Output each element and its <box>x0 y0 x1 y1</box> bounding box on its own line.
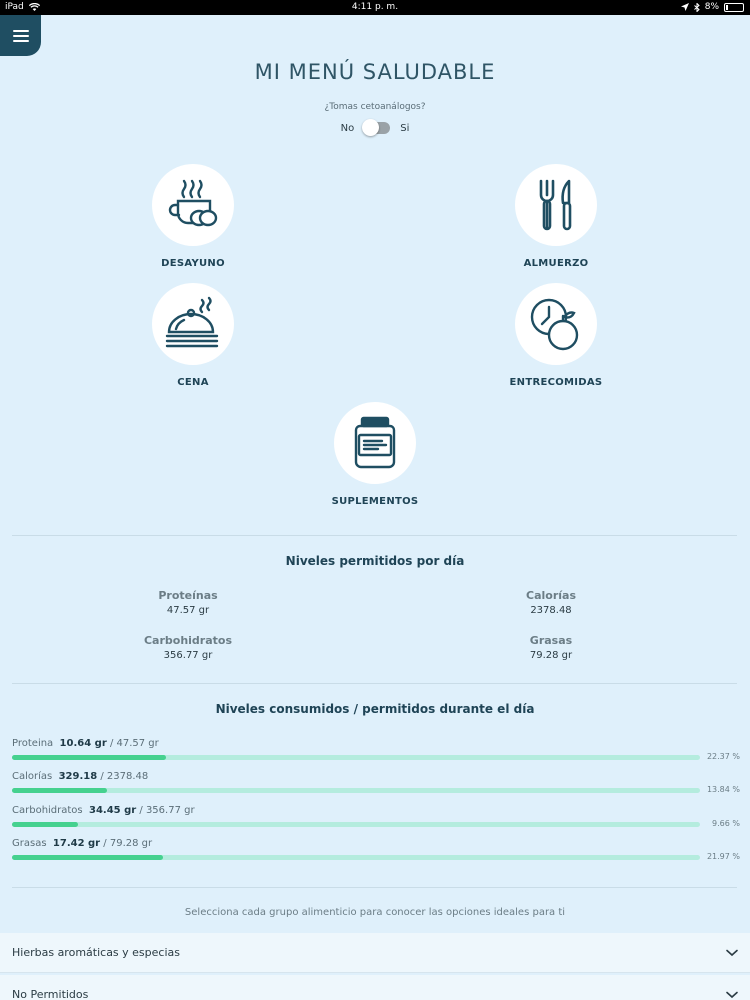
bluetooth-icon <box>693 2 700 12</box>
level-value: 356.77 gr <box>163 650 213 661</box>
consumed-row-calories: Calorías 329.18 / 2378.48 13.84 % <box>12 771 740 801</box>
progress-fill <box>12 788 108 793</box>
allowed-value: / 356.77 gr <box>139 805 195 816</box>
status-time: 4:11 p. m. <box>351 2 399 12</box>
level-name: Grasas <box>529 634 573 647</box>
progress-track <box>12 755 700 760</box>
ketoanalog-toggle-row: No Si <box>0 119 750 136</box>
food-group-no-permitidos[interactable]: No Permitidos <box>0 975 750 1000</box>
meal-label: ENTRECOMIDAS <box>509 377 603 388</box>
consumed-row-carbohydrates: Carbohidratos 34.45 gr / 356.77 gr 9.66 … <box>12 805 740 835</box>
progress-fill <box>12 755 166 760</box>
meal-suplementos[interactable]: SUPLEMENTOS <box>300 402 450 507</box>
location-arrow-icon <box>680 3 689 11</box>
divider <box>12 535 737 536</box>
chevron-down-icon <box>726 991 738 998</box>
level-name: Proteínas <box>158 589 218 602</box>
consumed-value: 10.64 gr <box>59 738 107 749</box>
consumed-row-protein: Proteina 10.64 gr / 47.57 gr 22.37 % <box>12 738 740 768</box>
consumed-value: 34.45 gr <box>89 805 137 816</box>
meal-entrecomidas[interactable]: ENTRECOMIDAS <box>481 283 631 388</box>
clock-apple-icon <box>530 298 579 351</box>
hamburger-menu-icon <box>12 29 29 42</box>
percent-label: 9.66 % <box>712 819 740 828</box>
status-bar: iPad 4:11 p. m. 8% <box>0 0 750 15</box>
supplement-jar-icon <box>354 416 396 469</box>
nutrient-name: Grasas <box>12 838 47 849</box>
level-value: 2378.48 <box>530 605 572 616</box>
consumed-value: 17.42 gr <box>52 838 101 849</box>
meal-cena[interactable]: CENA <box>118 283 268 388</box>
meal-label: SUPLEMENTOS <box>331 496 419 507</box>
percent-label: 21.97 % <box>706 852 740 861</box>
progress-fill <box>12 855 164 860</box>
allowed-protein: Proteínas 47.57 gr <box>88 589 288 616</box>
allowed-value: / 47.57 gr <box>109 738 159 749</box>
meal-desayuno[interactable]: DESAYUNO <box>118 164 268 269</box>
switch-knob <box>362 119 380 136</box>
meal-label: DESAYUNO <box>161 258 225 269</box>
ketoanalog-question: ¿Tomas cetoanálogos? <box>324 102 426 112</box>
coffee-cup-icon <box>168 179 218 227</box>
nutrient-name: Proteina <box>12 738 54 749</box>
percent-label: 22.37 % <box>706 752 740 761</box>
battery-icon <box>724 2 744 12</box>
level-name: Carbohidratos <box>143 634 233 647</box>
meal-almuerzo[interactable]: ALMUERZO <box>481 164 631 269</box>
percent-label: 13.84 % <box>706 785 740 794</box>
divider <box>12 683 737 684</box>
toggle-yes-label: Si <box>400 122 410 134</box>
page-title: MI MENÚ SALUDABLE <box>254 60 496 84</box>
toggle-no-label: No <box>340 122 355 134</box>
consumed-row-fats: Grasas 17.42 gr / 79.28 gr 21.97 % <box>12 838 740 868</box>
progress-track <box>12 855 700 860</box>
consumed-levels-title: Niveles consumidos / permitidos durante … <box>215 702 535 716</box>
progress-track <box>12 788 700 793</box>
nutrient-name: Calorías <box>12 771 53 782</box>
food-group-label: Hierbas aromáticas y especias <box>12 946 180 959</box>
chevron-down-icon <box>726 949 738 956</box>
nutrient-name: Carbohidratos <box>12 805 83 816</box>
allowed-calories: Calorías 2378.48 <box>451 589 651 616</box>
allowed-value: / 79.28 gr <box>103 838 153 849</box>
progress-track <box>12 822 700 827</box>
food-groups-hint: Selecciona cada grupo alimenticio para c… <box>184 907 566 918</box>
ketoanalog-switch[interactable] <box>362 119 391 136</box>
consumed-value: 329.18 <box>58 771 98 782</box>
menu-button[interactable] <box>0 15 41 56</box>
food-group-hierbas[interactable]: Hierbas aromáticas y especias <box>0 933 750 973</box>
battery-percent: 8% <box>704 2 719 12</box>
allowed-value: / 2378.48 <box>100 771 149 782</box>
cloche-icon <box>165 296 219 348</box>
allowed-levels-title: Niveles permitidos por día <box>285 554 465 568</box>
fork-knife-icon <box>539 179 572 231</box>
allowed-fats: Grasas 79.28 gr <box>451 634 651 661</box>
level-value: 47.57 gr <box>166 605 210 616</box>
allowed-carbohydrates: Carbohidratos 356.77 gr <box>88 634 288 661</box>
level-name: Calorías <box>526 589 576 602</box>
progress-fill <box>12 822 79 827</box>
level-value: 79.28 gr <box>529 650 573 661</box>
meal-label: CENA <box>177 377 209 388</box>
food-group-label: No Permitidos <box>12 988 89 1000</box>
meal-label: ALMUERZO <box>523 258 589 269</box>
divider <box>12 887 737 888</box>
